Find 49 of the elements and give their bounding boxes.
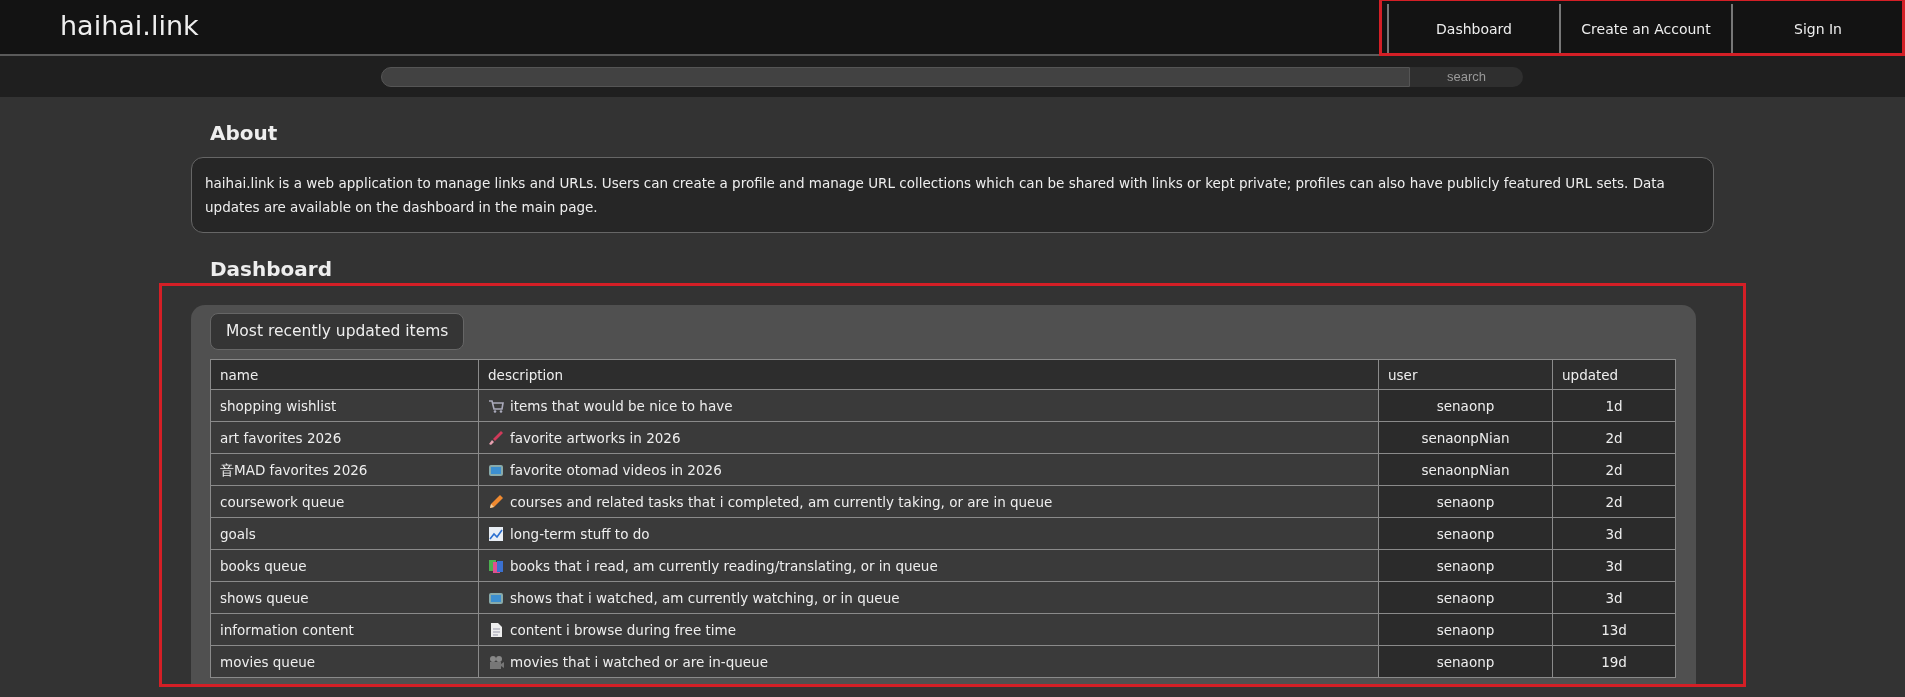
chart-icon [488, 525, 504, 542]
item-description: long-term stuff to do [510, 525, 650, 542]
document-icon [488, 621, 504, 638]
user-name: senaonp [1436, 589, 1495, 606]
column-header: description [478, 359, 1379, 390]
column-header: user [1378, 359, 1553, 390]
site-logo[interactable]: haihai.link [0, 0, 199, 54]
column-header: updated [1552, 359, 1676, 390]
updated-age: 13d [1601, 621, 1627, 638]
item-description: favorite artworks in 2026 [510, 429, 681, 446]
item-description: books that i read, am currently reading/translating, or in queue [510, 557, 938, 574]
item-description: movies that i watched or are in-queue [510, 653, 768, 670]
updated-age: 3d [1605, 589, 1623, 606]
updated-age: 3d [1605, 525, 1623, 542]
updated-age: 1d [1605, 397, 1623, 414]
search-button[interactable]: search [1410, 66, 1523, 87]
paintbrush-icon [488, 429, 504, 446]
about-text: haihai.link is a web application to manage links and URLs. Users can create a profile and manage URL collections which can be shared with links or kept private; profiles can also have publicly featured URL sets. Data updates are available on the dashboard in the main page. [205, 175, 1665, 215]
item-description: content i browse during free time [510, 621, 737, 638]
user-name: senaonp [1436, 397, 1495, 414]
user-name: senaonp [1436, 621, 1495, 638]
books-icon [488, 557, 504, 574]
item-description: items that would be nice to have [510, 397, 733, 414]
item-name-link[interactable]: books queue [220, 557, 307, 574]
item-description: favorite otomad videos in 2026 [510, 461, 722, 478]
item-description: courses and related tasks that i completed, am currently taking, or are in queue [510, 493, 1053, 510]
user-name: senaonpNian [1421, 461, 1510, 478]
user-name: senaonp [1436, 557, 1495, 574]
updated-age: 2d [1605, 461, 1623, 478]
user-name: senaonp [1436, 493, 1495, 510]
updated-age: 2d [1605, 429, 1623, 446]
table-caption: Most recently updated items [210, 313, 465, 351]
item-name-link[interactable]: movies queue [220, 653, 316, 670]
user-name: senaonp [1436, 525, 1495, 542]
updated-age: 19d [1601, 653, 1627, 670]
section-heading: About [210, 121, 279, 145]
search-field[interactable] [381, 66, 1410, 87]
updated-age: 2d [1605, 493, 1623, 510]
updated-age: 3d [1605, 557, 1623, 574]
column-header: name [210, 359, 479, 390]
cart-icon [488, 397, 504, 414]
pencil-icon [488, 493, 504, 510]
user-name: senaonpNian [1421, 429, 1510, 446]
section-heading: Dashboard [210, 257, 333, 281]
item-description: shows that i watched, am currently watching, or in queue [510, 589, 900, 606]
item-name-link[interactable]: shows queue [220, 589, 309, 606]
camera-icon [488, 653, 504, 670]
item-name-link[interactable]: goals [220, 525, 256, 542]
user-name: senaonp [1436, 653, 1495, 670]
